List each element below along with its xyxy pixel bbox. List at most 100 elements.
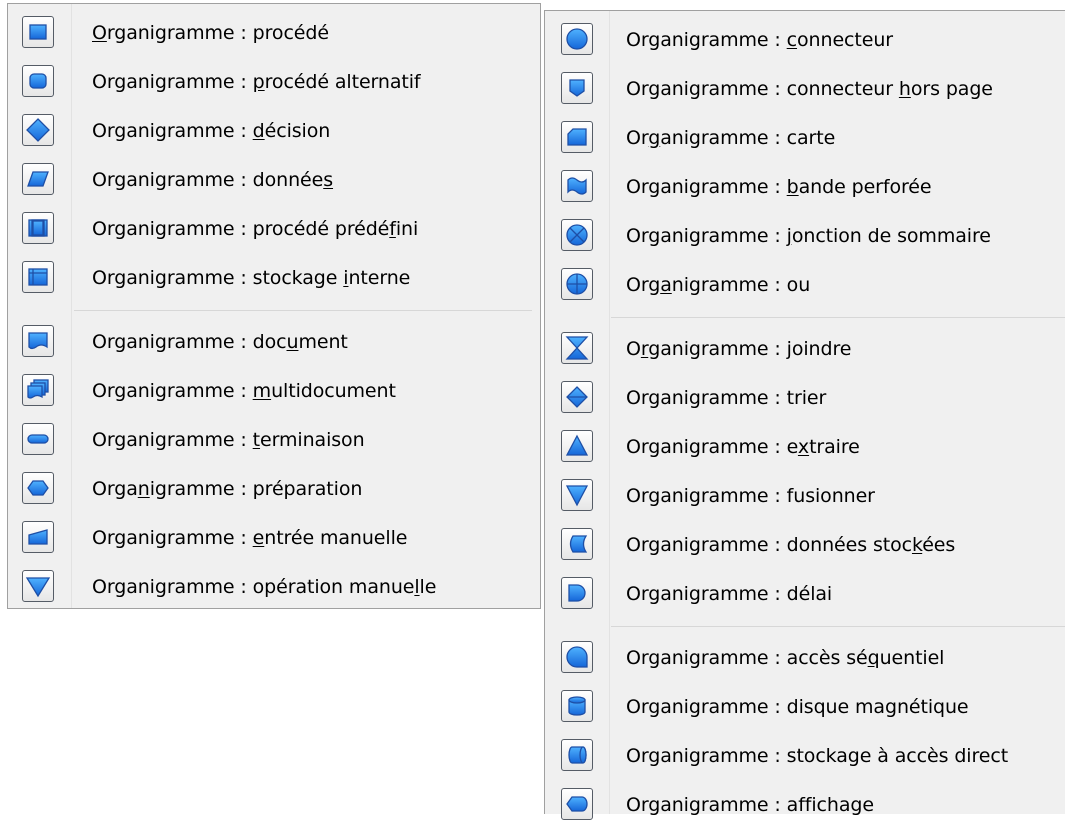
label-text: Organigramme : [92,527,253,549]
menu-separator [74,310,532,311]
document-icon [22,325,54,357]
manual-operation-icon [22,570,54,602]
label-text: Organigramme : disque magnétique [626,696,969,718]
menu-item-data[interactable]: Organigramme : données [8,156,540,205]
connector-icon [561,23,593,55]
menu-item-merge[interactable]: Organigramme : fusionner [545,472,1065,521]
menu-item-direct-access-storage[interactable]: Organigramme : stockage à accès direct [545,732,1065,781]
menu-item-label: Organigramme : affichage [626,781,874,830]
magnetic-disk-icon [561,690,593,722]
menu-item-connector[interactable]: Organigramme : connecteur [545,16,1065,65]
collate-icon [561,332,593,364]
manual-input-icon [22,521,54,553]
menu-item-collate[interactable]: Organigramme : joindre [545,325,1065,374]
label-text: Organigramme : [626,225,787,247]
menu-item-alternate-process[interactable]: Organigramme : procédé alternatif [8,58,540,107]
menu-item-label: Organigramme : accès séquentiel [626,634,944,683]
menu-item-process[interactable]: Organigramme : procédé [8,9,540,58]
label-text: nterne [348,267,411,289]
menu-item-magnetic-disk[interactable]: Organigramme : disque magnétique [545,683,1065,732]
menu-item-manual-operation[interactable]: Organigramme : opération manuelle [8,563,540,612]
accelerator-key: a [660,274,672,296]
label-text: le [419,576,437,598]
menu-item-label: Organigramme : disque magnétique [626,683,969,732]
menu-item-label: Organigramme : multidocument [92,367,396,416]
summing-junction-icon [561,219,593,251]
direct-access-storage-icon [561,739,593,771]
menu-item-off-page-connector[interactable]: Organigramme : connecteur hors page [545,65,1065,114]
stored-data-icon [561,528,593,560]
label-text: rocédé alternatif [264,71,421,93]
label-text: Organigramme : [626,176,787,198]
card-icon [561,121,593,153]
menu-item-label: Organigramme : extraire [626,423,860,472]
display-icon [561,788,593,820]
label-text: onction de sommaire [791,225,991,247]
menu-item-multidocument[interactable]: Organigramme : multidocument [8,367,540,416]
menu-item-delay[interactable]: Organigramme : délai [545,570,1065,619]
accelerator-key: h [898,78,911,100]
label-text: Organigramme : stockage [92,267,344,289]
label-text: anigramme : carte [660,127,836,149]
predefined-process-icon [22,212,54,244]
menu-item-punched-tape[interactable]: Organigramme : bande perforée [545,163,1065,212]
menu-item-manual-input[interactable]: Organigramme : entrée manuelle [8,514,540,563]
accelerator-key: t [252,429,261,451]
menu-item-label: Organigramme : opération manuelle [92,563,436,612]
label-text: Organigramme : e [626,436,798,458]
menu-item-label: Organigramme : procédé [92,9,329,58]
label-text: rganigramme : procédé [106,22,329,44]
label-text: ors page [910,78,993,100]
accelerator-key: g [648,127,661,149]
label-text: ées [922,534,956,556]
accelerator-key: p [252,71,265,93]
label-text: ande perforée [798,176,932,198]
menu-item-sequential-access[interactable]: Organigramme : accès séquentiel [545,634,1065,683]
menu-item-label: Organigramme : stockage interne [92,254,410,303]
label-text: traire [809,436,860,458]
label-text: Organigramme : délai [626,583,833,605]
label-text: Organigramme : donnée [92,169,324,191]
menu-item-terminator[interactable]: Organigramme : terminaison [8,416,540,465]
menu-item-label: Organigramme : entrée manuelle [92,514,407,563]
menu-item-decision[interactable]: Organigramme : décision [8,107,540,156]
menu-item-label: Organigramme : jonction de sommaire [626,212,991,261]
menu-item-or[interactable]: Organigramme : ou [545,261,1065,310]
label-text: onnecteur [797,29,893,51]
menu-item-predefined-process[interactable]: Organigramme : procédé prédéfini [8,205,540,254]
label-text: ini [395,218,419,240]
sequential-access-icon [561,641,593,673]
off-page-connector-icon [561,72,593,104]
label-text: ultidocument [271,380,396,402]
label-text: Organigramme : [626,29,787,51]
merge-icon [561,479,593,511]
menu-item-extract[interactable]: Organigramme : extraire [545,423,1065,472]
menu-item-stored-data[interactable]: Organigramme : données stockées [545,521,1065,570]
menu-item-label: Organigramme : connecteur [626,16,893,65]
menu-item-document[interactable]: Organigramme : document [8,318,540,367]
label-text: Organigramme : connecteur [626,78,899,100]
label-text: Organigramme : doc [92,331,287,353]
menu-item-sort[interactable]: Organigramme : trier [545,374,1065,423]
menu-item-summing-junction[interactable]: Organigramme : jonction de sommaire [545,212,1065,261]
preparation-icon [22,472,54,504]
multidocument-icon [22,374,54,406]
accelerator-key: q [867,647,880,669]
menu-item-label: Organigramme : décision [92,107,330,156]
menu-item-label: Organigramme : procédé prédéfini [92,205,418,254]
label-text: Or [626,127,649,149]
label-text: ganigramme : joindre [648,338,852,360]
menu-item-label: Organigramme : carte [626,114,835,163]
accelerator-key: c [786,29,798,51]
label-text: ment [298,331,348,353]
label-text: Organigramme : [92,120,253,142]
menu-item-card[interactable]: Organigramme : carte [545,114,1065,163]
label-text: Organigramme : stockage à accès direct [626,745,1009,767]
menu-item-internal-storage[interactable]: Organigramme : stockage interne [8,254,540,303]
menu-item-label: Organigramme : terminaison [92,416,365,465]
menu-item-preparation[interactable]: Organigramme : préparation [8,465,540,514]
menu-item-label: Organigramme : procédé alternatif [92,58,421,107]
sort-icon [561,381,593,413]
menu-item-display[interactable]: Organigramme : affichage [545,781,1065,830]
accelerator-key: d [252,120,265,142]
